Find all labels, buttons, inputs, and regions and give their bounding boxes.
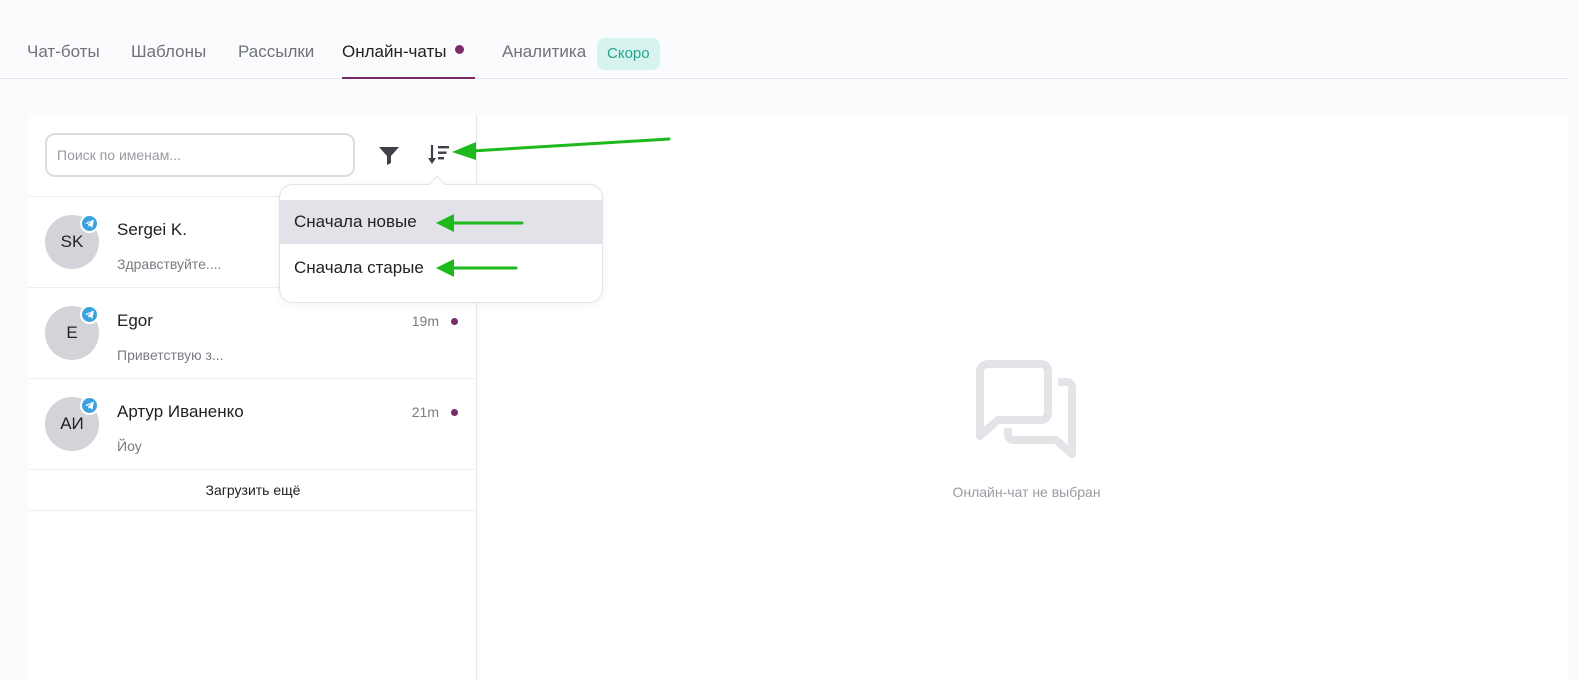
telegram-icon (80, 214, 99, 233)
telegram-icon (80, 305, 99, 324)
tab-analytics[interactable]: Аналитика (502, 42, 586, 79)
tab-templates[interactable]: Шаблоны (131, 42, 206, 79)
chat-preview: Приветствую з... (117, 347, 224, 363)
search-input[interactable] (45, 133, 355, 177)
telegram-icon (80, 396, 99, 415)
tab-mailings[interactable]: Рассылки (238, 42, 314, 79)
chat-bubbles-icon (976, 360, 1076, 458)
tab-online-chats[interactable]: Онлайн-чаты (342, 42, 475, 79)
chat-preview: Здравствуйте.... (117, 256, 222, 272)
chat-time: 21m (411, 404, 439, 420)
chat-name: Артур Иваненко (117, 402, 244, 421)
load-more-button[interactable]: Загрузить ещё (29, 470, 477, 511)
unread-dot (451, 318, 458, 325)
avatar-initials: АИ (60, 414, 84, 433)
avatar-initials: E (66, 323, 78, 342)
tab-unread-dot (455, 45, 465, 54)
filter-button[interactable] (375, 141, 403, 169)
page: Чат-боты Шаблоны Рассылки Онлайн-чаты Ан… (0, 0, 1578, 679)
chat-name: Egor (117, 311, 153, 330)
sort-icon (428, 145, 449, 164)
soon-badge: Скоро (597, 38, 660, 70)
tab-chatbots[interactable]: Чат-боты (27, 42, 100, 79)
sort-option-oldest[interactable]: Сначала старые (280, 246, 602, 290)
chat-name: Sergei K. (117, 220, 187, 239)
chat-preview: Йоу (117, 438, 142, 454)
chat-view-panel: Онлайн-чат не выбран (478, 115, 1568, 679)
empty-state-text: Онлайн-чат не выбран (952, 484, 1101, 500)
unread-dot (451, 409, 458, 416)
chat-list-item[interactable]: АИ Артур Иваненко 21m Йоу (29, 379, 477, 470)
sort-dropdown: Сначала новые Сначала старые (279, 175, 603, 303)
sort-button[interactable] (425, 141, 453, 169)
filter-icon (379, 147, 399, 165)
tab-online-chats-label: Онлайн-чаты (342, 42, 447, 61)
sort-option-newest[interactable]: Сначала новые (280, 200, 602, 244)
chat-time: 19m (411, 313, 439, 329)
avatar-initials: SK (60, 232, 84, 251)
tab-bar: Чат-боты Шаблоны Рассылки Онлайн-чаты Ан… (0, 0, 1568, 79)
